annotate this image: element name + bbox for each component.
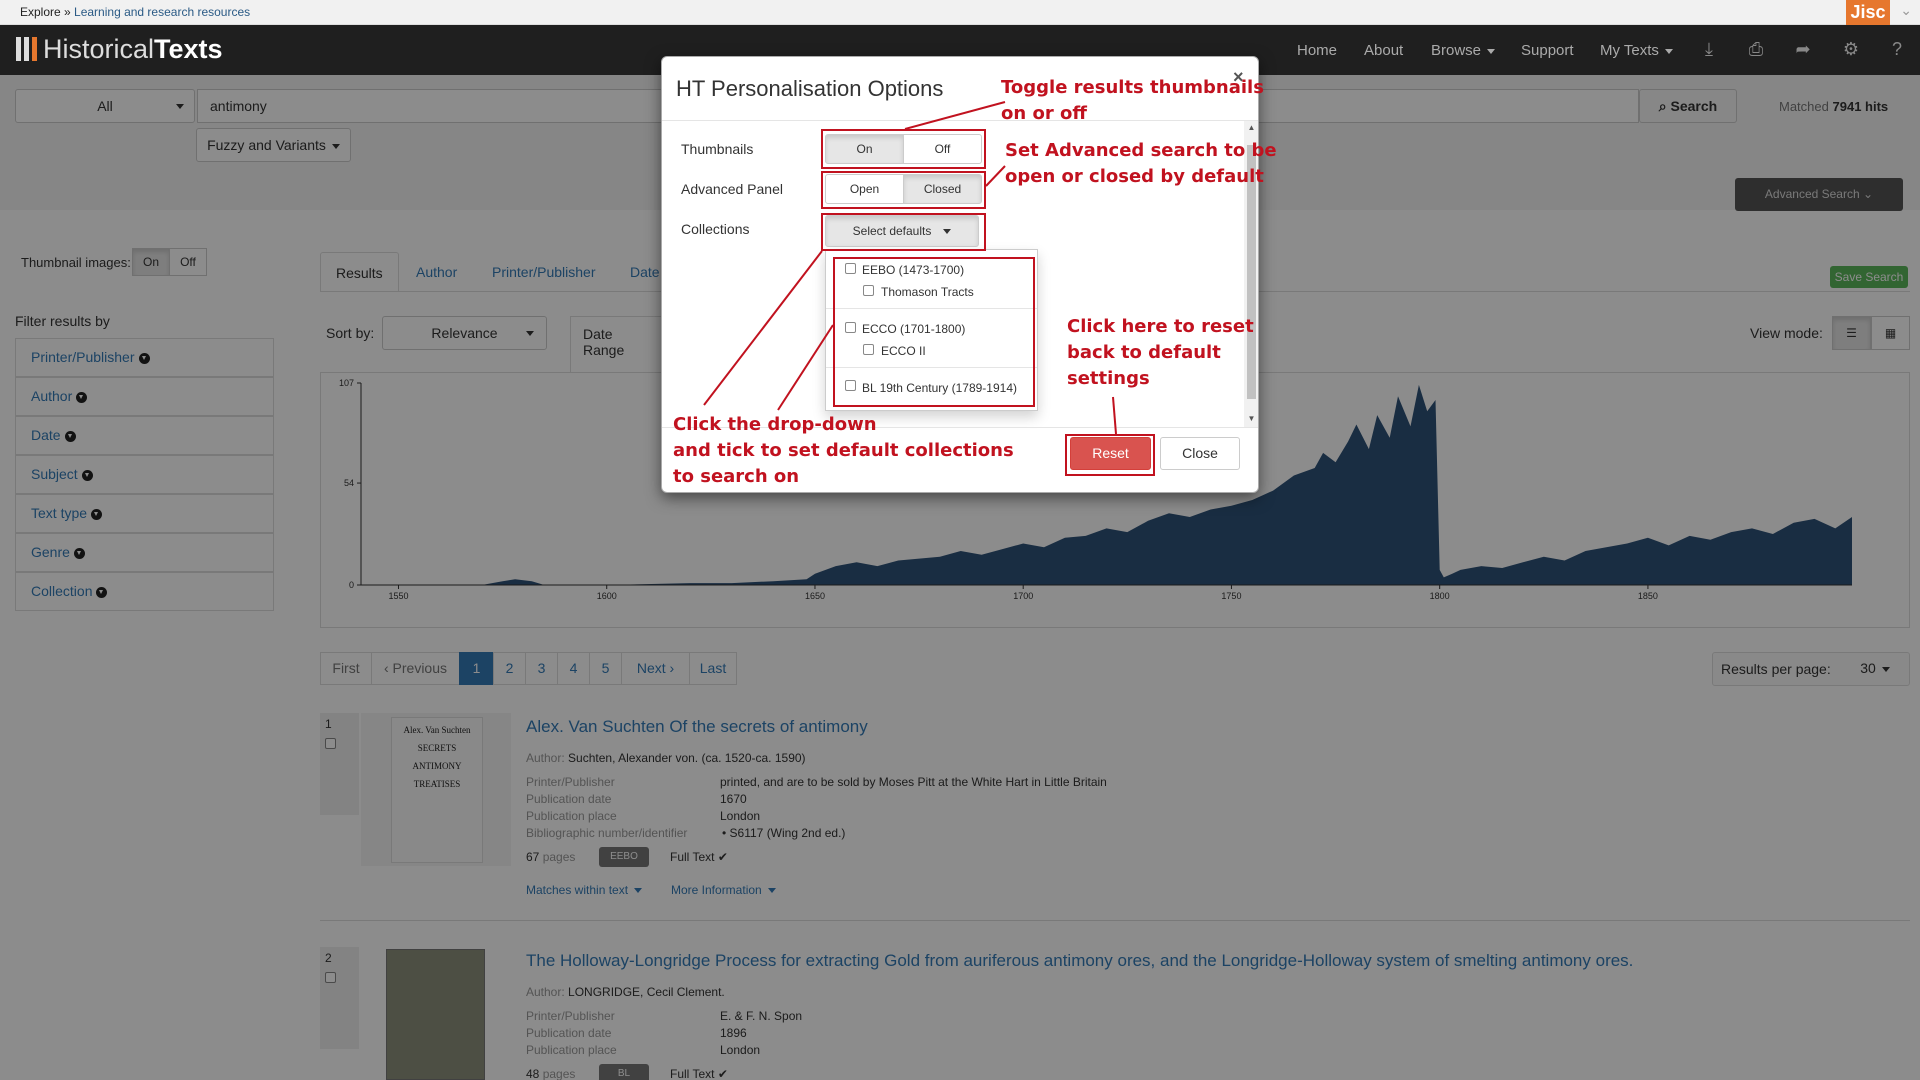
arrow-collections-1 [703, 250, 823, 406]
annotation-reset-text: Click here to reset back to default settin… [1067, 316, 1254, 389]
arrow-advanced [985, 165, 1006, 187]
arrow-collections-2 [777, 324, 834, 411]
arrow-thumbnails [904, 101, 1006, 130]
annotation-arrows [703, 101, 1117, 435]
annotation-thumbnails-text: Toggle results thumbnails on or off [1001, 77, 1264, 124]
annotation-advanced-text: Set Advanced search to be open or closed … [1005, 140, 1277, 187]
arrow-reset [1112, 396, 1117, 435]
annotation-collections-text: Click the drop-down and tick to set defau… [673, 414, 1014, 487]
